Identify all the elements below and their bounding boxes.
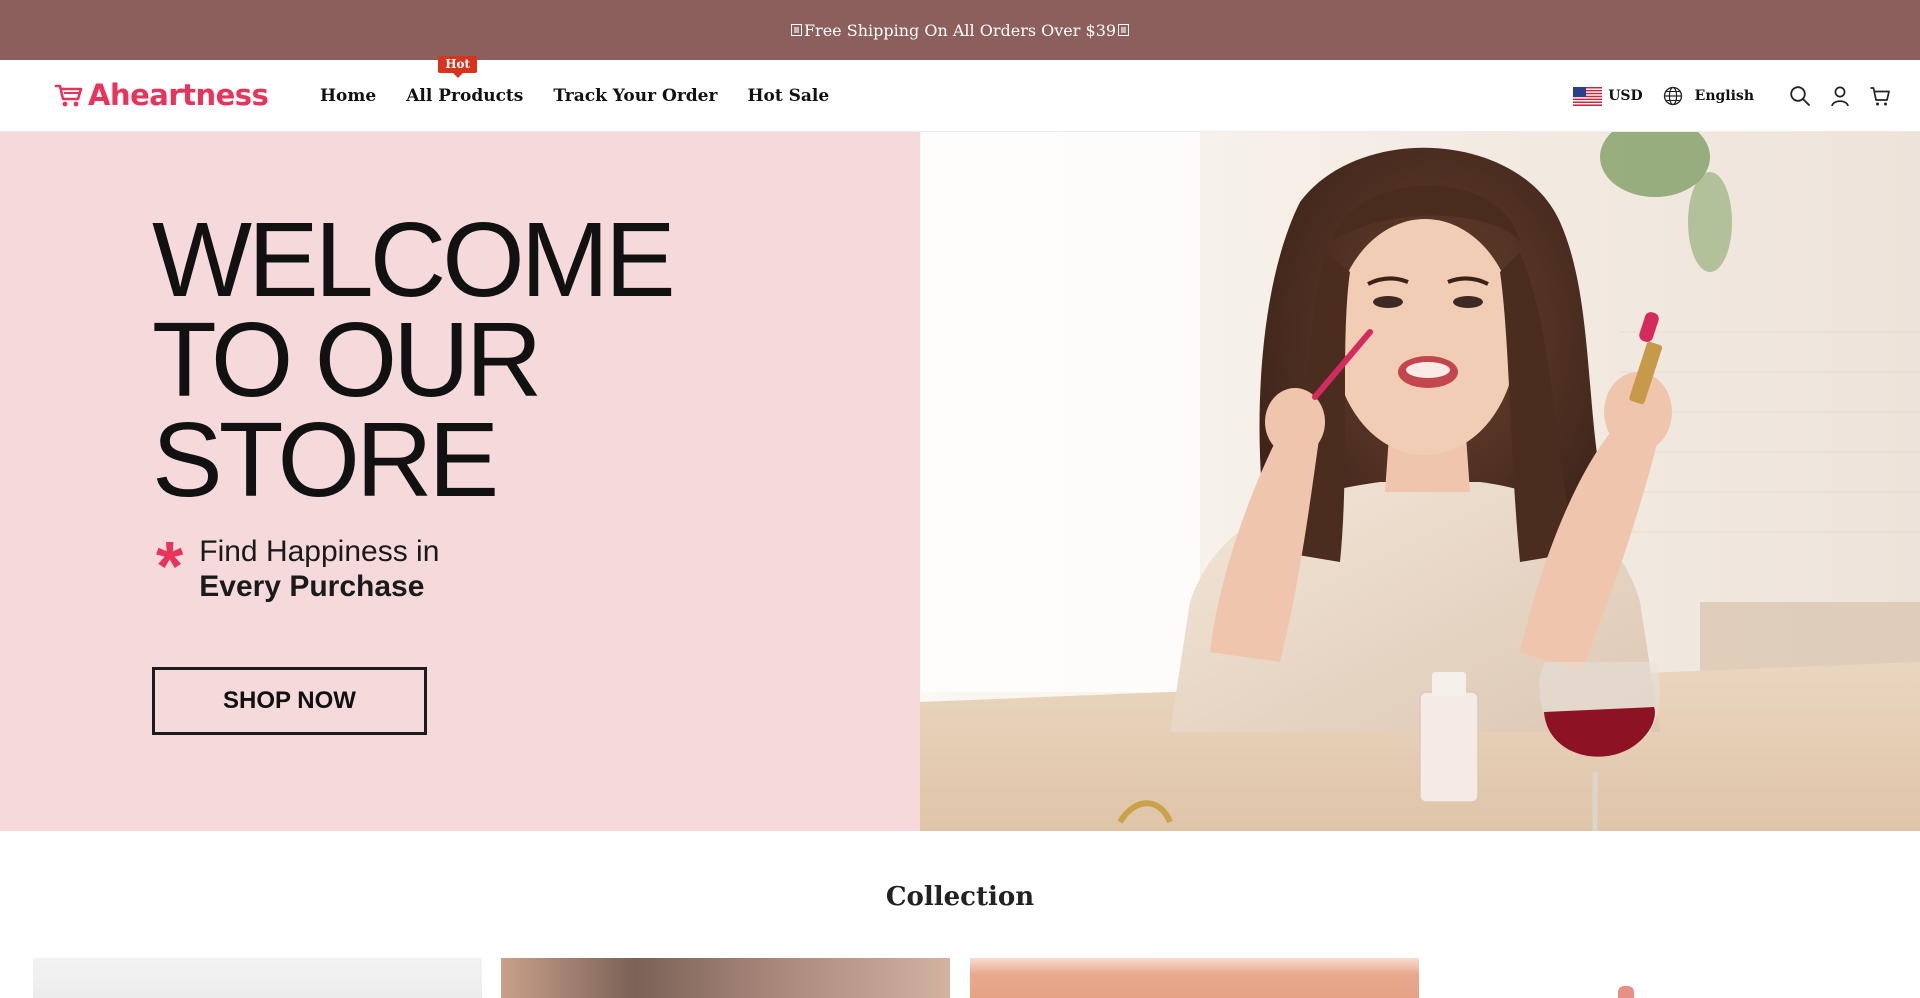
site-header: Aheartness Home Hot All Products Track Y… — [0, 56, 1920, 132]
announcement-text: Free Shipping On All Orders Over $39 — [803, 20, 1117, 40]
hero-banner: WELCOME TO OUR STORE * Find Happiness in… — [0, 132, 1920, 831]
box-glyph-icon — [790, 24, 802, 36]
nav-home-label: Home — [320, 86, 377, 106]
logo-text: Aheartness — [88, 78, 269, 112]
nav-home[interactable]: Home — [320, 86, 376, 106]
collection-title: Collection — [885, 882, 1035, 912]
currency-selector[interactable]: USD — [1573, 86, 1643, 106]
box-glyph-icon — [1118, 24, 1130, 36]
hero-title-line: WELCOME — [152, 201, 676, 319]
asterisk-icon: * — [156, 527, 184, 605]
main-nav: Home Hot All Products Track Your Order H… — [320, 56, 859, 132]
logo[interactable]: Aheartness — [54, 78, 269, 112]
nav-all-products-label: All Products — [406, 86, 524, 106]
hero-text-panel: WELCOME TO OUR STORE * Find Happiness in… — [0, 132, 920, 831]
hero-title-line: STORE — [152, 401, 499, 519]
hero-title-line: TO OUR — [152, 301, 542, 419]
account-icon — [1831, 86, 1849, 107]
cart-logo-icon — [54, 84, 83, 107]
search-icon — [1790, 86, 1810, 106]
globe-icon — [1663, 86, 1682, 106]
hero-subtitle-line1: Find Happiness in — [199, 535, 440, 568]
announcement-bar: Free Shipping On All Orders Over $39 — [0, 0, 1920, 60]
currency-label: USD — [1608, 88, 1643, 104]
language-selector[interactable]: English — [1663, 86, 1754, 106]
hot-badge: Hot — [438, 56, 478, 78]
nav-hot-sale[interactable]: Hot Sale — [747, 86, 829, 106]
nav-track-order[interactable]: Track Your Order — [553, 86, 717, 106]
us-flag-icon — [1573, 86, 1603, 106]
collection-card-product-hint — [1618, 986, 1634, 998]
search-button[interactable] — [1788, 84, 1812, 108]
shop-now-button[interactable]: SHOP NOW — [152, 667, 427, 735]
nav-all-products[interactable]: Hot All Products — [406, 56, 524, 106]
hero-title: WELCOME TO OUR STORE — [152, 201, 676, 519]
cart-button[interactable] — [1868, 84, 1892, 108]
header-actions: USD English — [1573, 60, 1892, 132]
collection-card[interactable] — [1438, 958, 1887, 998]
account-button[interactable] — [1828, 84, 1852, 108]
nav-hot-sale-label: Hot Sale — [747, 86, 830, 106]
collection-card[interactable] — [33, 958, 482, 998]
nav-track-order-label: Track Your Order — [553, 86, 718, 106]
hero-photo-illustration — [920, 132, 1920, 831]
cart-icon — [1870, 87, 1890, 106]
collection-cards — [0, 958, 1920, 998]
hero-subtitle-text: Find Happiness in Every Purchase — [199, 534, 439, 604]
hero-subtitle: * Find Happiness in Every Purchase — [156, 527, 439, 605]
collection-card[interactable] — [501, 958, 950, 998]
hero-photo — [920, 132, 1920, 831]
language-label: English — [1694, 88, 1754, 104]
collection-card[interactable] — [970, 958, 1419, 998]
hero-subtitle-line2: Every Purchase — [199, 570, 425, 603]
